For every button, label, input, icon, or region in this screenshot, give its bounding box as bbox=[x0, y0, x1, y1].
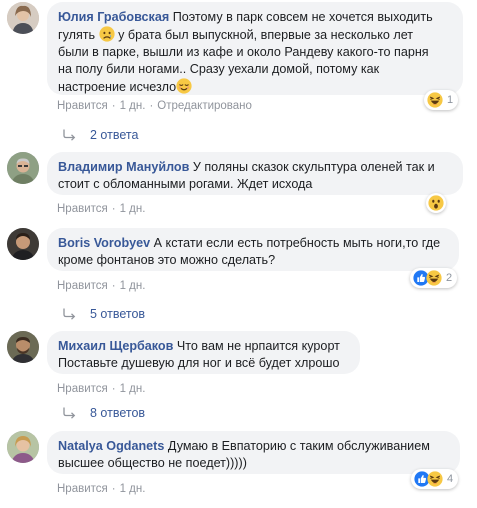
reaction-summary[interactable]: 4 bbox=[411, 469, 459, 489]
reply-arrow-icon bbox=[62, 407, 76, 419]
comment-bubble: Михаил Щербаков Что вам не нрпаится куро… bbox=[47, 331, 360, 374]
avatar[interactable] bbox=[7, 228, 39, 260]
comment-actions: Нравится · 1 дн. bbox=[57, 280, 146, 292]
reaction-summary[interactable]: 2 bbox=[410, 268, 458, 288]
like-link[interactable]: Нравится bbox=[57, 203, 108, 215]
comment-text: Поставьте душевую для ног и всё будет хл… bbox=[58, 356, 340, 370]
comment-actions: Нравится · 1 дн. · Отредактировано bbox=[57, 100, 252, 112]
sad-emoji-icon bbox=[99, 26, 115, 42]
time-link[interactable]: 1 дн. bbox=[120, 280, 146, 292]
like-link[interactable]: Нравится bbox=[57, 280, 108, 292]
comment-text: стоит с обломанными рогами. Ждет исхода bbox=[58, 177, 313, 191]
time-link[interactable]: 1 дн. bbox=[120, 100, 146, 112]
like-link[interactable]: Нравится bbox=[57, 383, 108, 395]
avatar-photo bbox=[7, 152, 39, 184]
comment-text: Думаю в Евпаторию с таким обслуживанием bbox=[167, 439, 430, 453]
view-replies-button[interactable]: 5 ответов bbox=[62, 307, 145, 321]
comment-bubble: Boris Vorobyev А кстати если есть потреб… bbox=[47, 228, 459, 271]
relieved-emoji-icon bbox=[176, 78, 192, 94]
comment-text: У поляны сказок скульптура оленей так и bbox=[192, 160, 435, 174]
avatar-photo bbox=[7, 2, 39, 34]
comment-actions: Нравится · 1 дн. bbox=[57, 203, 146, 215]
reply-arrow-icon bbox=[62, 129, 76, 141]
comment-text: А кстати если есть потребность мыть ноги… bbox=[153, 236, 441, 250]
view-replies-button[interactable]: 8 ответов bbox=[62, 406, 145, 420]
comment-text: у брата был выпускной, впервые за нескол… bbox=[118, 28, 414, 42]
author-name[interactable]: Boris Vorobyev bbox=[58, 236, 150, 250]
comment-bubble: Natalya Ogdanets Думаю в Евпаторию с так… bbox=[47, 431, 460, 474]
wow-emoji-icon bbox=[428, 195, 444, 211]
time-link[interactable]: 1 дн. bbox=[120, 483, 146, 495]
comment-bubble: Юлия Грабовская Поэтому в парк совсем не… bbox=[47, 2, 463, 95]
like-link[interactable]: Нравится bbox=[57, 483, 108, 495]
reaction-count: 1 bbox=[447, 94, 454, 106]
reply-arrow-icon bbox=[62, 308, 76, 320]
edited-label: Отредактировано bbox=[157, 100, 252, 112]
avatar[interactable] bbox=[7, 431, 39, 463]
reaction-count: 4 bbox=[447, 473, 454, 485]
avatar[interactable] bbox=[7, 2, 39, 34]
replies-count: 8 ответов bbox=[90, 406, 146, 420]
reaction-count: 2 bbox=[446, 272, 453, 284]
comment-text: кроме фонтанов это можно сделать? bbox=[58, 253, 276, 267]
haha-emoji-icon bbox=[427, 471, 443, 487]
comment-actions: Нравится · 1 дн. bbox=[57, 383, 146, 395]
author-name[interactable]: Михаил Щербаков bbox=[58, 339, 173, 353]
haha-emoji-icon bbox=[427, 92, 443, 108]
replies-count: 5 ответов bbox=[90, 307, 146, 321]
comment-text: были в парке, вышли из кафе и около Ранд… bbox=[58, 45, 429, 59]
author-name[interactable]: Natalya Ogdanets bbox=[58, 439, 164, 453]
comment-text: Поэтому в парк совсем не хочется выходит… bbox=[172, 10, 433, 24]
comment-text: настроение исчезло bbox=[58, 80, 177, 94]
time-link[interactable]: 1 дн. bbox=[120, 203, 146, 215]
avatar[interactable] bbox=[7, 331, 39, 363]
comment-text: высшее общество не поедет))))) bbox=[58, 456, 247, 470]
haha-emoji-icon bbox=[426, 270, 442, 286]
avatar-photo bbox=[7, 431, 39, 463]
comment-bubble: Владимир Мануйлов У поляны сказок скульп… bbox=[47, 152, 463, 195]
comment-actions: Нравится · 1 дн. bbox=[57, 483, 146, 495]
view-replies-button[interactable]: 2 ответа bbox=[62, 128, 138, 142]
avatar-photo bbox=[7, 331, 39, 363]
comment-text: на полу били ногами.. Сразу уехали домой… bbox=[58, 62, 380, 76]
comment-text: гулять bbox=[58, 28, 96, 42]
comment-text: Что вам не нрпаится курорт bbox=[176, 339, 340, 353]
like-link[interactable]: Нравится bbox=[57, 100, 108, 112]
reaction-summary[interactable]: 1 bbox=[424, 90, 459, 110]
avatar[interactable] bbox=[7, 152, 39, 184]
author-name[interactable]: Юлия Грабовская bbox=[58, 10, 169, 24]
replies-count: 2 ответа bbox=[90, 128, 139, 142]
avatar-photo bbox=[7, 228, 39, 260]
time-link[interactable]: 1 дн. bbox=[120, 383, 146, 395]
reaction-summary[interactable] bbox=[426, 193, 446, 213]
author-name[interactable]: Владимир Мануйлов bbox=[58, 160, 189, 174]
